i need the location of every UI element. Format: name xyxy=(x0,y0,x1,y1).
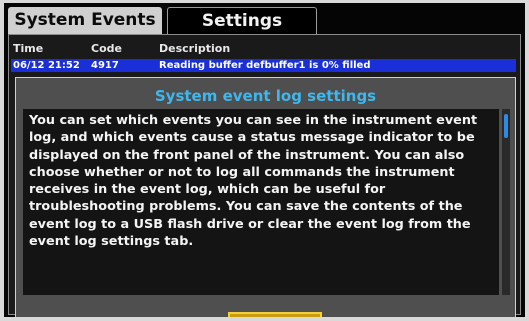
row-description: Reading buffer defbuffer1 is 0% filled xyxy=(159,60,371,71)
column-header-description: Description xyxy=(159,42,231,55)
instrument-screen: System Events Settings Time Code Descrip… xyxy=(0,0,529,321)
row-code: 4917 xyxy=(91,60,119,71)
dialog-message: You can set which events you can see in … xyxy=(29,113,478,250)
screen-content: System Events Settings Time Code Descrip… xyxy=(4,3,525,317)
tab-system-events[interactable]: System Events xyxy=(8,7,162,34)
event-log-settings-dialog: System event log settings You can set wh… xyxy=(15,77,516,317)
ok-button[interactable]: OK xyxy=(228,312,322,317)
dialog-title: System event log settings xyxy=(154,87,377,105)
dialog-body: You can set which events you can see in … xyxy=(23,109,499,295)
table-row[interactable]: 06/12 21:52 4917 Reading buffer defbuffe… xyxy=(11,59,516,72)
column-header-code: Code xyxy=(91,42,122,55)
event-log-table: Time Code Description 06/12 21:52 4917 R… xyxy=(8,34,521,317)
scrollbar-thumb[interactable] xyxy=(504,114,508,138)
tab-settings[interactable]: Settings xyxy=(167,7,317,34)
dialog-scrollbar[interactable] xyxy=(502,109,510,295)
column-header-time: Time xyxy=(13,42,44,55)
row-time: 06/12 21:52 xyxy=(13,60,80,71)
